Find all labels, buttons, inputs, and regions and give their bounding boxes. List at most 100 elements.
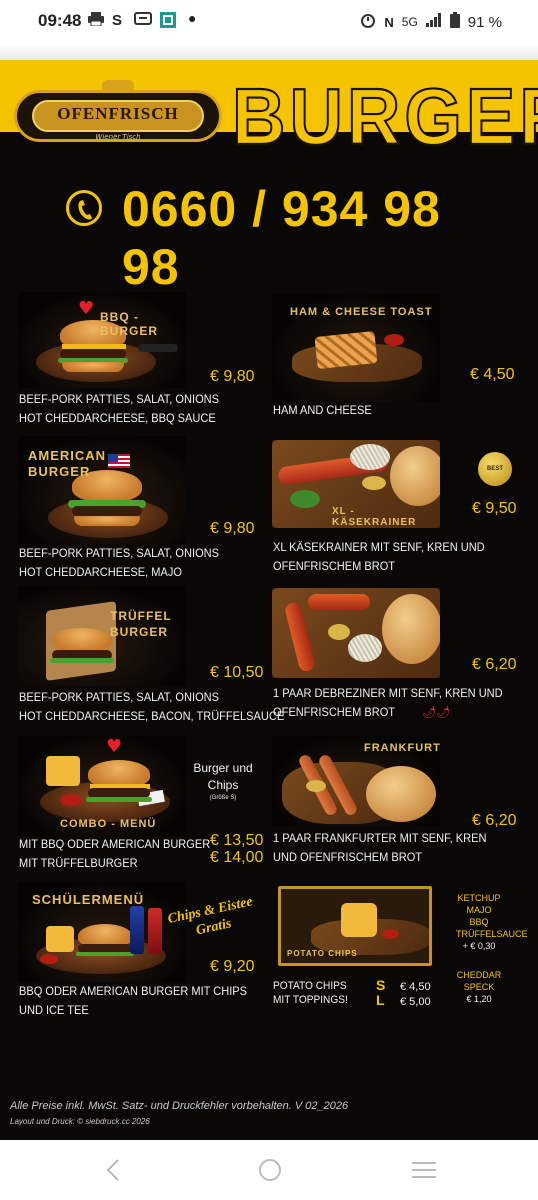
back-icon[interactable]	[104, 1156, 124, 1188]
photo-label: SCHÜLERMENÜ	[32, 892, 145, 907]
desc-bbq-burger: BEEF-PORK PATTIES, SALAT, ONIONS HOT CHE…	[19, 390, 219, 428]
navigation-bar	[0, 1140, 538, 1200]
price-toast: € 4,50	[470, 366, 515, 383]
mustard	[306, 780, 326, 792]
recents-icon[interactable]	[410, 1156, 438, 1188]
desc-line: MIT BBQ ODER AMERICAN BURGER	[19, 837, 211, 851]
extra-price: € 1,20	[466, 994, 492, 1004]
desc-potato-chips: POTATO CHIPS MIT TOPPINGS!	[273, 979, 348, 1007]
photo-label-line: TRÜFFEL	[110, 609, 172, 623]
photo-label: COMBO - MENÜ	[60, 818, 157, 830]
photo-label-line: BURGER	[110, 625, 169, 639]
chili-icon: 🌶🌶	[422, 705, 451, 719]
logo-subtitle: Wiener Tisch	[95, 133, 141, 141]
status-time: 09:48	[38, 11, 82, 30]
american-burger-photo: AMERICAN BURGER	[18, 436, 186, 544]
desc-line: MIT TOPPINGS!	[273, 994, 348, 1006]
combo-menu-photo: ♥ COMBO - MENÜ	[18, 736, 186, 836]
kren	[348, 634, 382, 662]
desc-line: BEEF-PORK PATTIES, SALAT, ONIONS	[19, 546, 219, 560]
desc-debreziner: 1 PAAR DEBREZINER MIT SENF, KREN UND OFE…	[273, 684, 503, 722]
toppings-list: KETCHUP MAJO BBQ TRÜFFELSAUCE + € 0,30	[456, 892, 528, 952]
mustard	[328, 624, 350, 640]
frankfurter-photo: FRANKFURTER	[272, 736, 440, 826]
extra-item: CHEDDAR	[456, 970, 502, 980]
schuelermenue-photo: SCHÜLERMENÜ	[18, 882, 186, 982]
desc-line: 1 PAAR DEBREZINER MIT SENF, KREN UND	[273, 686, 503, 700]
chips-bowl	[341, 903, 377, 937]
footer-disclaimer: Alle Preise inkl. MwSt. Satz- und Druckf…	[10, 1100, 349, 1112]
photo-label: POTATO CHIPS	[287, 949, 358, 958]
extras-list: CHEDDAR SPECK € 1,20	[456, 969, 502, 1005]
heart-icon: ♥	[106, 736, 123, 757]
price-line: € 13,50	[210, 832, 264, 849]
size-labels: S L	[376, 978, 385, 1008]
ketchup-dip	[40, 954, 58, 964]
topping-item: TRÜFFELSAUCE	[456, 929, 528, 939]
ham-cheese-toast-photo: HAM & CHEESE TOAST	[272, 294, 440, 402]
desc-line: MIT TRÜFFELBURGER	[19, 856, 138, 870]
desc-line: BEEF-PORK PATTIES, SALAT, ONIONS	[19, 392, 219, 406]
message-icon	[134, 12, 152, 31]
desc-american-burger: BEEF-PORK PATTIES, SALAT, ONIONS HOT CHE…	[19, 544, 219, 582]
phone-icon	[66, 190, 102, 226]
nfc-icon: N	[384, 14, 394, 30]
desc-line: HOT CHEDDARCHEESE, BACON, TRÜFFELSAUCE	[19, 709, 285, 723]
desc-line: UND ICE TEE	[19, 1003, 89, 1017]
ketchup-dip	[60, 794, 82, 806]
5g-icon: 5G	[401, 15, 418, 29]
dot-icon: ●	[188, 10, 197, 26]
photo-label-line: BURGER	[28, 464, 91, 479]
side-note-small: (Größe S)	[209, 795, 237, 801]
size-s: S	[376, 977, 386, 993]
topping-item: BBQ	[469, 917, 489, 927]
desc-line: BEEF-PORK PATTIES, SALAT, ONIONS	[19, 690, 219, 704]
topping-item: MAJO	[466, 905, 492, 915]
desc-trueffel-burger: BEEF-PORK PATTIES, SALAT, ONIONS HOT CHE…	[19, 688, 284, 726]
side-note-line: Burger und	[193, 761, 253, 775]
desc-schuelermenue: BBQ ODER AMERICAN BURGER MIT CHIPS UND I…	[19, 982, 247, 1020]
best-seller-badge: BEST SELLER	[478, 452, 512, 506]
price-size-s: € 4,50	[400, 981, 431, 993]
desc-toast: HAM AND CHEESE	[273, 403, 372, 417]
topping-item: KETCHUP	[457, 893, 501, 903]
debreziner-photo	[272, 588, 440, 678]
desc-line: 1 PAAR FRANKFURTER MIT SENF, KREN	[273, 831, 487, 845]
desc-line: HOT CHEDDARCHEESE, BBQ SAUCE	[19, 411, 216, 425]
desc-line: BBQ ODER AMERICAN BURGER MIT CHIPS	[19, 984, 248, 998]
phone-number[interactable]: 0660 / 934 98 98	[122, 180, 486, 296]
price-line: € 14,00	[210, 849, 264, 866]
price-trueffel-burger: € 10,50	[210, 664, 264, 681]
phone-number-block: 0660 / 934 98 98	[66, 180, 486, 295]
photo-label: BBQ - BURGER	[100, 310, 159, 338]
status-divider	[0, 44, 538, 60]
page-title: BURGER	[231, 71, 538, 162]
desc-line: UND OFENFRISCHEM BROT	[273, 850, 423, 864]
price-bbq-burger: € 9,80	[210, 368, 255, 385]
price-combo: € 13,50 € 14,00	[210, 832, 263, 866]
footer-credit: Layout und Druck: © siebdruck.cc 2026	[10, 1117, 150, 1126]
photo-label: HAM & CHEESE TOAST	[290, 306, 433, 318]
heart-icon: ♥	[78, 298, 95, 319]
can	[130, 906, 144, 954]
ketchup-dip	[381, 929, 399, 939]
chips-bowl	[46, 756, 80, 786]
desc-kaesekrainer: XL KÄSEKRAINER MIT SENF, KREN UND OFENFR…	[273, 538, 485, 576]
mustard	[362, 476, 386, 490]
us-flag-icon	[108, 454, 130, 468]
status-bar: 09:48 S ● N 5G 91 %	[0, 0, 538, 44]
menu-poster: OFENFRISCH Wiener Tisch BURGER 0660 / 93…	[0, 60, 538, 1140]
toast	[314, 330, 378, 370]
desc-line: OFENFRISCHEM BROT	[273, 705, 396, 719]
kren	[350, 444, 390, 470]
size-l: L	[376, 992, 385, 1008]
home-icon[interactable]	[258, 1156, 282, 1188]
price-size-l: € 5,00	[400, 996, 431, 1008]
battery-level: 91 %	[467, 13, 502, 31]
extra-item: SPECK	[463, 982, 495, 992]
qr-icon	[160, 12, 176, 32]
photo-label: FRANKFURTER	[364, 742, 440, 754]
price-frankfurter: € 6,20	[472, 812, 517, 829]
bbq-burger-photo: ♥ BBQ - BURGER	[18, 292, 186, 388]
desc-line: POTATO CHIPS	[273, 980, 347, 992]
